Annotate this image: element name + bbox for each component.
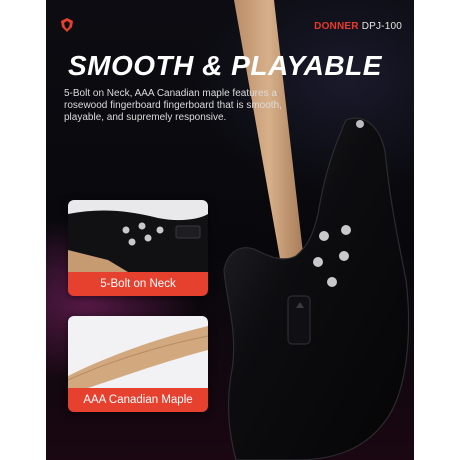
headline: SMOOTH & PLAYABLE — [68, 50, 382, 81]
model-name: DPJ-100 — [361, 21, 402, 32]
feature-label: AAA Canadian Maple — [68, 388, 208, 412]
feature-label: 5-Bolt on Neck — [68, 272, 208, 296]
brand-model-tag: DONNER DPJ-100 — [314, 21, 402, 32]
feature-card-canadian-maple: AAA Canadian Maple — [68, 316, 208, 412]
donner-flame-icon — [61, 18, 73, 32]
control-plate — [287, 295, 311, 345]
guitar-body — [223, 117, 410, 460]
strap-button — [356, 120, 364, 128]
brand-name: DONNER — [314, 21, 359, 32]
feature-card-bolt-on-neck: 5-Bolt on Neck — [68, 200, 208, 296]
guitar-neck — [234, 0, 304, 270]
product-poster: DONNER DPJ-100 SMOOTH & PLAYABLE 5-Bolt … — [46, 0, 414, 460]
body-copy: 5-Bolt on Neck, AAA Canadian maple featu… — [64, 88, 282, 123]
maple-neck-photo — [68, 316, 208, 388]
neck-bolt-photo — [68, 200, 208, 272]
